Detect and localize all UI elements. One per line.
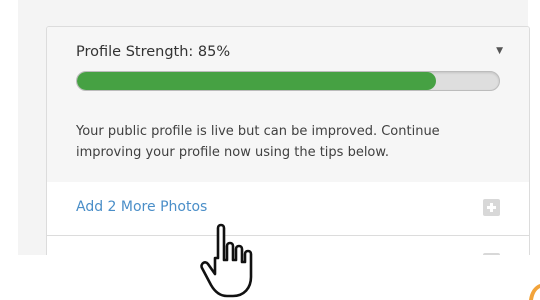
hand-pointer-cursor-icon <box>200 223 253 298</box>
screenshot-stage: Profile Strength: 85% ▼ Your public prof… <box>0 0 540 300</box>
page-fade-overlay <box>0 255 540 300</box>
plus-icon[interactable] <box>483 199 500 216</box>
tip-row-add-photos[interactable]: Add 2 More Photos <box>47 182 529 236</box>
tip-label[interactable]: Add 2 More Photos <box>76 199 207 215</box>
decorative-orange-mark-icon <box>529 284 540 300</box>
profile-strength-title: Profile Strength: 85% <box>76 44 231 60</box>
profile-strength-panel: Profile Strength: 85% ▼ Your public prof… <box>46 26 530 268</box>
profile-strength-description: Your public profile is live but can be i… <box>76 124 440 160</box>
profile-strength-section: Profile Strength: 85% ▼ Your public prof… <box>47 27 529 183</box>
progress-bar-fill <box>77 72 436 90</box>
collapse-toggle-icon[interactable]: ▼ <box>496 46 503 56</box>
profile-strength-progress-bar <box>76 71 500 91</box>
